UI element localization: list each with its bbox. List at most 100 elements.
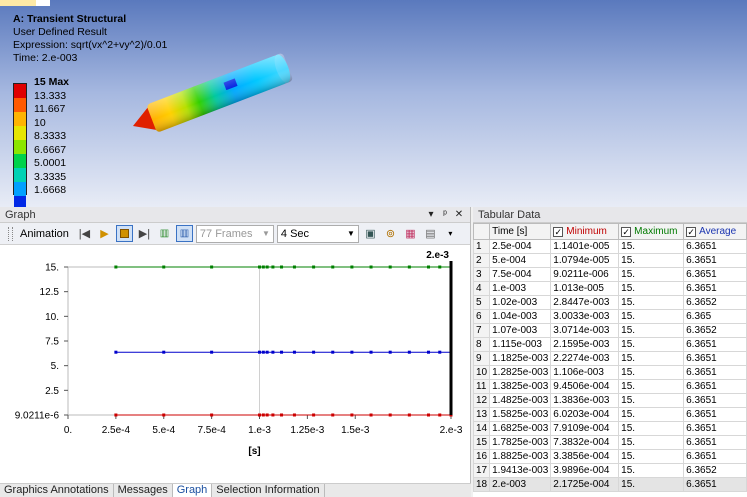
average-cell: 6.3651 — [683, 281, 747, 296]
tabular-data-title: Tabular Data — [478, 208, 541, 221]
previous-frame-icon[interactable]: |◀ — [76, 225, 93, 242]
table-row[interactable]: 12 1.4825e-003 1.3836e-003 15. 6.3651 — [472, 393, 747, 408]
table-row[interactable]: 8 1.115e-003 2.1595e-003 15. 6.3651 — [472, 337, 747, 352]
average-cell: 6.3651 — [683, 351, 747, 366]
toolbar-overflow-icon[interactable]: ▾ — [442, 225, 459, 242]
average-column-header[interactable]: ✓ Average — [683, 223, 747, 240]
panel-menu-icon[interactable]: ▾ — [425, 209, 437, 220]
settings-icon[interactable]: ▤ — [422, 225, 439, 242]
table-row[interactable]: 4 1.e-003 1.013e-005 15. 6.3651 — [472, 281, 747, 296]
table-row[interactable]: 5 1.02e-003 2.8447e-003 15. 6.3652 — [472, 295, 747, 310]
series-0-point — [292, 413, 296, 417]
row-number-cell: 9 — [472, 351, 491, 366]
stop-icon[interactable] — [115, 225, 133, 242]
average-cell: 6.3652 — [683, 463, 747, 478]
series-1-point — [261, 265, 265, 269]
minimum-cell: 7.3832e-004 — [550, 435, 620, 450]
series-2-point — [162, 350, 166, 354]
series-2-point — [261, 350, 265, 354]
table-row[interactable]: 9 1.1825e-003 2.2274e-003 15. 6.3651 — [472, 351, 747, 366]
time-cell: 1.1825e-003 — [489, 351, 552, 366]
row-number-cell: 17 — [472, 463, 491, 478]
table-row[interactable]: 14 1.6825e-003 7.9109e-004 15. 6.3651 — [472, 421, 747, 436]
chart-area[interactable]: 9.0211e-6 2.5 5. 7.5 10. 12.5 15. 0. 2.5e-4 5.e-4… — [0, 247, 470, 483]
series-2-point — [265, 350, 269, 354]
next-frame-icon[interactable]: ▶| — [136, 225, 153, 242]
minimum-cell: 2.1595e-003 — [550, 337, 620, 352]
maximum-column-header[interactable]: ✓ Maximum — [618, 223, 685, 240]
table-row[interactable]: 15 1.7825e-003 7.3832e-004 15. 6.3651 — [472, 435, 747, 450]
row-number-cell: 18 — [472, 477, 491, 492]
series-0-point — [114, 413, 118, 417]
x-tick-label: 5.e-4 — [152, 425, 175, 436]
series-2-point — [369, 350, 373, 354]
minimum-cell: 3.9896e-004 — [550, 463, 620, 478]
table-row[interactable]: 11 1.3825e-003 9.4506e-004 15. 6.3651 — [472, 379, 747, 394]
result-sets-icon[interactable]: ▥ — [175, 225, 193, 242]
x-tick-label: 0. — [64, 425, 72, 436]
play-icon[interactable]: ▶ — [96, 225, 113, 242]
time-cell: 2.5e-004 — [489, 239, 552, 254]
time-column-header[interactable]: Time [s] — [489, 223, 552, 240]
average-cell: 6.3651 — [683, 449, 747, 464]
table-row[interactable]: 6 1.04e-003 3.0033e-003 15. 6.365 — [472, 309, 747, 324]
table-row[interactable]: 13 1.5825e-003 6.0203e-004 15. 6.3651 — [472, 407, 747, 422]
tab-graphics-annotations[interactable]: Graphics Annotations — [0, 484, 114, 497]
series-2-point — [407, 350, 411, 354]
x-tick-label: 7.5e-4 — [197, 425, 226, 436]
maximum-cell: 15. — [618, 421, 685, 436]
time-cell: 1.7825e-003 — [489, 435, 552, 450]
series-1-point — [407, 265, 411, 269]
graphics-viewport[interactable]: A: Transient Structural User Defined Res… — [0, 0, 747, 207]
table-row[interactable]: 18 2.e-003 2.1725e-004 15. 6.3651 — [472, 477, 747, 492]
table-row[interactable]: 17 1.9413e-003 3.9896e-004 15. 6.3652 — [472, 463, 747, 478]
y-tick-label: 2.5 — [45, 386, 59, 397]
graph-panel: Graph ▾ ᵖ ✕ Animation |◀ ▶ ▶| ▥ ▥ 77 Fra… — [0, 207, 471, 483]
x-tick-label: 1.e-3 — [248, 425, 271, 436]
time-cell: 1.8825e-003 — [489, 449, 552, 464]
tab-selection-information[interactable]: Selection Information — [212, 484, 325, 497]
row-number-cell: 6 — [472, 309, 491, 324]
checkbox-checked-icon[interactable]: ✓ — [553, 227, 564, 237]
color-grid-icon[interactable]: ▦ — [402, 225, 419, 242]
y-tick-label: 7.5 — [45, 337, 59, 348]
maximum-cell: 15. — [618, 309, 685, 324]
projectile-model[interactable] — [0, 0, 747, 207]
average-cell: 6.3651 — [683, 337, 747, 352]
tabular-data-panel: Tabular Data Time [s] ✓ Minimum ✓ Maximum … — [472, 207, 747, 497]
table-row[interactable]: 7 1.07e-003 3.0714e-003 15. 6.3652 — [472, 323, 747, 338]
close-icon[interactable]: ✕ — [453, 209, 465, 220]
row-number-cell: 15 — [472, 435, 491, 450]
distributed-frames-icon[interactable]: ▥ — [156, 225, 173, 242]
table-row[interactable]: 10 1.2825e-003 1.106e-003 15. 6.3651 — [472, 365, 747, 380]
chart-svg: 9.0211e-6 2.5 5. 7.5 10. 12.5 15. 0. 2.5e-4 5.e-4… — [15, 250, 463, 457]
series-1-point — [292, 265, 296, 269]
y-tick-label: 5. — [51, 361, 59, 372]
table-row[interactable]: 3 7.5e-004 9.0211e-006 15. 6.3651 — [472, 267, 747, 282]
y-tick-label: 15. — [45, 263, 59, 274]
row-number-header — [472, 223, 491, 240]
table-row[interactable]: 16 1.8825e-003 3.3856e-004 15. 6.3651 — [472, 449, 747, 464]
series-1-point — [280, 265, 284, 269]
checkbox-checked-icon[interactable]: ✓ — [686, 227, 697, 237]
minimum-column-header[interactable]: ✓ Minimum — [550, 223, 620, 240]
pin-icon[interactable]: ᵖ — [439, 209, 451, 220]
tabular-data-table[interactable]: Time [s] ✓ Minimum ✓ Maximum ✓ Average 1 2.5… — [472, 223, 747, 492]
animation-toolbar: Animation |◀ ▶ ▶| ▥ ▥ 77 Frames ▼ 4 Sec ▼ … — [0, 223, 470, 245]
x-tick-label: 1.5e-3 — [341, 425, 370, 436]
table-row[interactable]: 1 2.5e-004 1.1401e-005 15. 6.3651 — [472, 239, 747, 254]
export-icon[interactable]: ▣ — [362, 225, 379, 242]
zoom-fit-icon[interactable]: ⊚ — [382, 225, 399, 242]
series-0-point — [438, 413, 442, 417]
table-row[interactable]: 2 5.e-004 1.0794e-005 15. 6.3651 — [472, 253, 747, 268]
row-number-cell: 4 — [472, 281, 491, 296]
checkbox-checked-icon[interactable]: ✓ — [621, 227, 632, 237]
average-header-label: Average — [699, 226, 737, 237]
maximum-cell: 15. — [618, 351, 685, 366]
tab-messages[interactable]: Messages — [114, 484, 173, 497]
duration-select[interactable]: 4 Sec ▼ — [276, 224, 359, 243]
minimum-cell: 1.0794e-005 — [550, 253, 620, 268]
frames-select[interactable]: 77 Frames ▼ — [195, 224, 274, 243]
tab-graph[interactable]: Graph — [172, 484, 213, 497]
average-cell: 6.3651 — [683, 379, 747, 394]
